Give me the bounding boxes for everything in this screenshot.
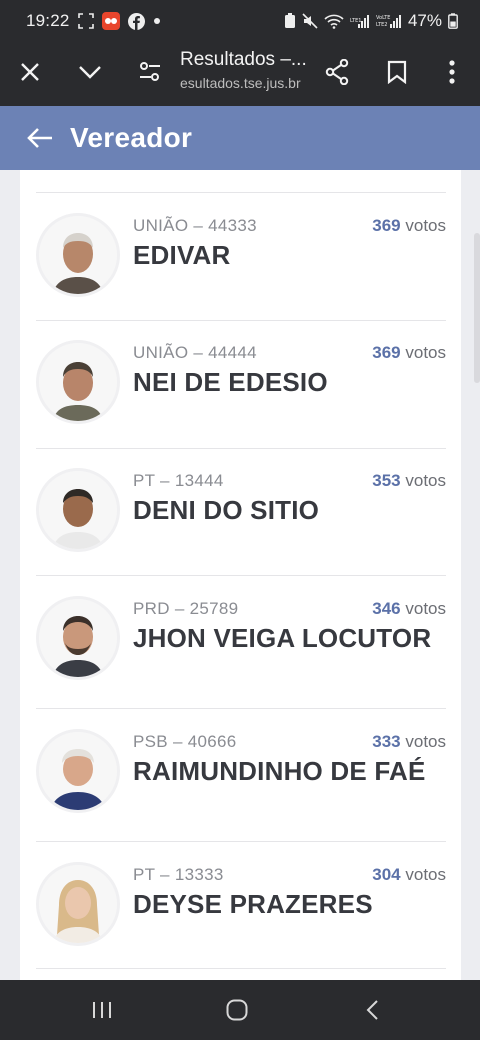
share-icon [325,59,349,85]
signal-lte1-icon: LTE1 [350,13,370,29]
votes-suffix: votos [405,471,446,490]
mute-icon [302,13,318,29]
tune-icon [140,62,160,81]
candidate-party: PT – 13444 [133,471,224,490]
close-tab-button[interactable] [8,50,52,94]
recent-apps-icon [93,1002,111,1018]
system-nav-bar [0,980,480,1040]
more-options-button[interactable] [430,50,474,94]
bookmark-button[interactable] [375,50,419,94]
home-icon [226,999,248,1021]
candidate-avatar [36,213,120,297]
lte1-label: LTE1 [350,18,362,24]
wifi-icon [324,13,344,29]
row-divider [36,708,446,709]
votes-suffix: votos [405,732,446,751]
minimize-tab-button[interactable] [68,50,112,94]
facebook-icon [127,12,145,30]
battery-icon [448,13,458,29]
candidate-name: NEI DE EDESIO [133,367,328,397]
page-title: Resultados –... [180,49,307,70]
votes-count: 369 [372,216,401,235]
scrollbar-thumb[interactable] [474,233,480,383]
system-back-button[interactable] [352,994,392,1026]
share-button[interactable] [315,50,359,94]
back-button[interactable] [24,122,56,154]
votes-suffix: votos [405,216,446,235]
candidate-avatar [36,468,120,552]
candidate-row[interactable]: PRD – 25789 346 votos JHON VEIGA LOCUTOR [36,596,446,719]
screen-capture-icon [77,13,94,29]
more-notifications-dot-icon [153,17,161,25]
candidate-votes: 369 votos [372,343,446,363]
candidate-name: JHON VEIGA LOCUTOR [133,623,432,653]
candidate-name: DENI DO SITIO [133,495,320,525]
row-divider [36,192,446,193]
close-icon [21,63,39,81]
votes-suffix: votos [405,599,446,618]
candidate-votes: 353 votos [372,471,446,491]
candidate-party: PRD – 25789 [133,599,239,618]
app-header: Vereador [0,106,480,170]
more-vert-icon [449,60,455,84]
page-settings-button[interactable] [128,50,172,94]
candidate-votes: 333 votos [372,732,446,752]
candidate-row[interactable]: PT – 13333 304 votos DEYSE PRAZERES [36,862,446,975]
candidate-name: EDIVAR [133,240,231,270]
candidate-avatar [36,862,120,946]
row-divider [36,841,446,842]
app-notification-icon [101,12,120,30]
votes-suffix: votos [405,343,446,362]
candidate-avatar [36,596,120,680]
candidate-party: PSB – 40666 [133,732,237,751]
status-time: 19:22 [26,11,70,30]
status-bar: 19:22 LTE1 VoLTE LTE2 47% [0,0,480,42]
candidate-name: RAIMUNDINHO DE FAÉ [133,756,426,786]
address-bar[interactable]: Resultados –... esultados.tse.jus.br [180,49,320,91]
browser-toolbar: Resultados –... esultados.tse.jus.br [0,42,480,106]
candidate-list-container: UNIÃO – 44333 369 votos EDIVAR UNIÃO – 4… [0,170,480,980]
votes-count: 369 [372,343,401,362]
battery-saver-icon [284,13,296,29]
candidate-party: UNIÃO – 44333 [133,216,257,235]
chevron-left-icon [366,1000,378,1020]
home-button[interactable] [217,994,257,1026]
row-divider [36,575,446,576]
volte-label: VoLTE [376,15,390,21]
arrow-left-icon [27,128,52,148]
row-divider [36,968,446,969]
recent-apps-button[interactable] [82,994,122,1026]
candidate-party: PT – 13333 [133,865,224,884]
candidate-row[interactable]: UNIÃO – 44444 369 votos NEI DE EDESIO [36,340,446,453]
candidate-avatar [36,729,120,813]
candidate-votes: 346 votos [372,599,446,619]
row-divider [36,448,446,449]
votes-suffix: votos [405,865,446,884]
candidate-row[interactable]: UNIÃO – 44333 369 votos EDIVAR [36,213,446,326]
votes-count: 346 [372,599,401,618]
candidate-name: DEYSE PRAZERES [133,889,373,919]
candidate-votes: 304 votos [372,865,446,885]
candidate-votes: 369 votos [372,216,446,236]
lte2-label: LTE2 [376,22,388,28]
candidate-row[interactable]: PSB – 40666 333 votos RAIMUNDINHO DE FAÉ [36,729,446,852]
votes-count: 333 [372,732,401,751]
candidate-row[interactable]: PT – 13444 353 votos DENI DO SITIO [36,468,446,581]
bookmark-icon [387,60,407,84]
battery-percentage: 47% [407,11,442,30]
row-divider [36,320,446,321]
chevron-down-icon [79,66,101,79]
header-title: Vereador [70,122,193,153]
votes-count: 353 [372,471,401,490]
votes-count: 304 [372,865,401,884]
signal-lte2-icon: VoLTE LTE2 [376,13,402,29]
page-url: esultados.tse.jus.br [180,75,301,91]
candidate-avatar [36,340,120,424]
candidate-party: UNIÃO – 44444 [133,343,257,362]
